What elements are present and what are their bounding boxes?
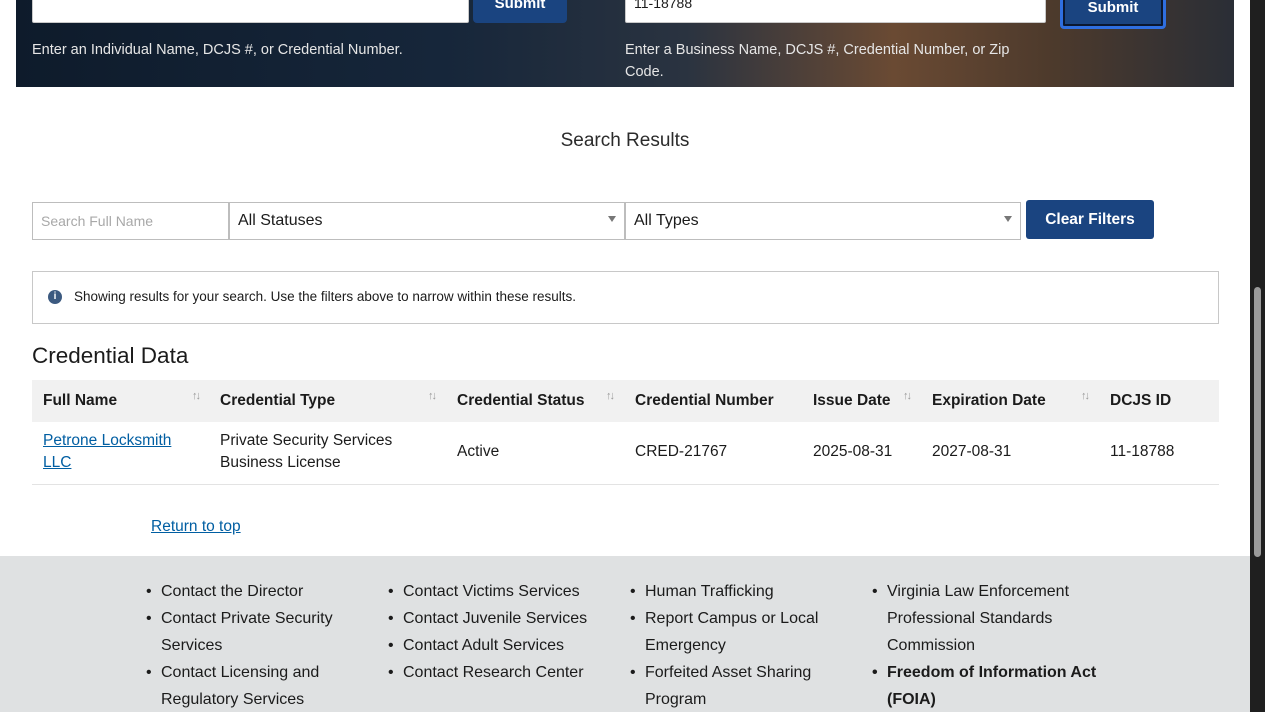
business-search-help: Enter a Business Name, DCJS #, Credentia… (625, 42, 1010, 80)
table-row: Petrone Locksmith LLC Private Security S… (32, 422, 1219, 485)
sort-icon[interactable]: ↑↓ (192, 390, 201, 402)
business-search-value: 11-18788 (634, 0, 693, 11)
name-filter-input[interactable]: Search Full Name (32, 202, 229, 240)
status-filter-select[interactable]: All Statuses (229, 202, 625, 240)
business-search-input[interactable]: 11-18788 (625, 0, 1046, 23)
scrollbar-thumb[interactable] (1254, 287, 1261, 557)
individual-submit-label: Submit (494, 0, 546, 12)
info-icon: i (48, 290, 62, 304)
credential-type-cell: Private Security Services Business Licen… (220, 432, 393, 471)
footer: Contact the Director Contact Private Sec… (0, 556, 1250, 712)
credential-table: Full Name ↑↓ Credential Type ↑↓ Credenti… (32, 380, 1219, 485)
individual-submit-button[interactable]: Submit (473, 0, 567, 23)
credential-number-cell: CRED-21767 (635, 443, 728, 460)
dcjs-id-cell: 11-18788 (1110, 443, 1175, 460)
clear-filters-button[interactable]: Clear Filters (1026, 200, 1154, 239)
status-filter-value: All Statuses (238, 212, 323, 229)
clear-filters-label: Clear Filters (1045, 211, 1135, 228)
name-filter-placeholder: Search Full Name (41, 213, 154, 229)
footer-column-1: Contact the Director Contact Private Sec… (146, 578, 361, 713)
footer-link[interactable]: Contact Victims Services (388, 578, 608, 605)
footer-link[interactable]: Contact Adult Services (388, 632, 608, 659)
header-credential-type[interactable]: Credential Type (220, 392, 335, 410)
sort-icon[interactable]: ↑↓ (428, 390, 437, 402)
header-credential-number[interactable]: Credential Number (635, 392, 774, 410)
sort-icon[interactable]: ↑↓ (1081, 390, 1090, 402)
info-alert-message: Showing results for your search. Use the… (74, 289, 576, 304)
footer-link-foia[interactable]: Freedom of Information Act (FOIA) (872, 659, 1097, 713)
footer-link[interactable]: Contact Research Center (388, 659, 608, 686)
credential-status-cell: Active (457, 443, 500, 460)
search-hero: Submit Enter an Individual Name, DCJS #,… (16, 0, 1234, 87)
header-credential-status[interactable]: Credential Status (457, 392, 584, 410)
footer-link[interactable]: Human Trafficking (630, 578, 845, 605)
footer-link[interactable]: Contact Juvenile Services (388, 605, 608, 632)
header-full-name[interactable]: Full Name (43, 392, 117, 410)
header-expiration-date[interactable]: Expiration Date (932, 392, 1046, 410)
return-to-top-link[interactable]: Return to top (151, 518, 241, 536)
individual-search-input[interactable] (32, 0, 469, 23)
footer-column-3: Human Trafficking Report Campus or Local… (630, 578, 845, 713)
footer-link[interactable]: Contact Licensing and Regulatory Service… (146, 659, 361, 713)
chevron-down-icon (1004, 216, 1012, 222)
footer-link[interactable]: Contact Private Security Services (146, 605, 361, 659)
table-header: Full Name ↑↓ Credential Type ↑↓ Credenti… (32, 380, 1219, 422)
credential-data-title: Credential Data (32, 343, 189, 368)
type-filter-value: All Types (634, 212, 699, 229)
header-dcjs-id[interactable]: DCJS ID (1110, 392, 1171, 410)
footer-link[interactable]: Virginia Law Enforcement Professional St… (872, 578, 1097, 659)
type-filter-select[interactable]: All Types (625, 202, 1021, 240)
chevron-down-icon (608, 216, 616, 222)
business-submit-button[interactable]: Submit (1060, 0, 1166, 29)
footer-column-4: Virginia Law Enforcement Professional St… (872, 578, 1097, 713)
expiration-date-cell: 2027-08-31 (932, 443, 1012, 460)
sort-icon[interactable]: ↑↓ (903, 390, 912, 402)
individual-search-help: Enter an Individual Name, DCJS #, or Cre… (32, 42, 403, 58)
business-submit-label: Submit (1087, 0, 1139, 16)
page-scrollbar[interactable] (1250, 0, 1265, 712)
header-issue-date[interactable]: Issue Date (813, 392, 891, 410)
search-results-title: Search Results (560, 130, 690, 151)
issue-date-cell: 2025-08-31 (813, 443, 893, 460)
credential-name-link[interactable]: Petrone Locksmith LLC (43, 430, 193, 474)
sort-icon[interactable]: ↑↓ (606, 390, 615, 402)
footer-link[interactable]: Report Campus or Local Emergency (630, 605, 845, 659)
footer-link[interactable]: Forfeited Asset Sharing Program (630, 659, 845, 713)
footer-column-2: Contact Victims Services Contact Juvenil… (388, 578, 608, 686)
footer-link[interactable]: Contact the Director (146, 578, 361, 605)
info-alert: i Showing results for your search. Use t… (32, 271, 1219, 324)
